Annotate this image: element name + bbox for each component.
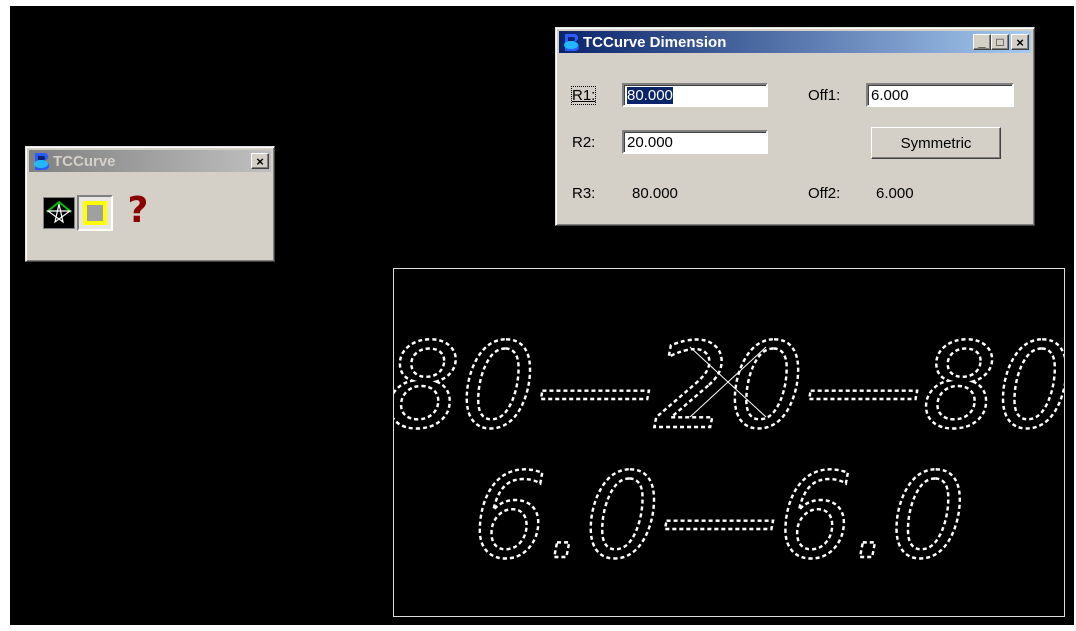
help-icon: ? <box>127 190 149 231</box>
help-tool-button[interactable]: ? <box>118 191 158 231</box>
r1-input[interactable]: 80.000 <box>622 83 768 107</box>
off2-label: Off2: <box>808 185 841 202</box>
tccurve-palette-window: TCCurve × ? <box>25 146 275 262</box>
curve-star-icon <box>46 200 72 224</box>
maximize-button[interactable]: □ <box>991 34 1009 50</box>
minimize-button[interactable]: _ <box>973 34 991 50</box>
dialog-titlebar[interactable]: TCCurve Dimension _ □ × <box>559 31 1031 53</box>
off2-value: 6.000 <box>876 185 914 202</box>
bentley-b-icon <box>564 34 579 51</box>
palette-close-button[interactable]: × <box>251 153 269 169</box>
select-element-tool-button[interactable] <box>77 195 113 231</box>
r2-value: 20.000 <box>627 134 673 151</box>
close-icon: × <box>1016 34 1024 50</box>
maximize-icon: □ <box>996 35 1004 49</box>
r2-label: R2: <box>572 134 596 151</box>
symmetric-label: Symmetric <box>900 134 972 152</box>
r3-value: 80.000 <box>632 185 678 202</box>
tccurve-dimension-dialog: TCCurve Dimension _ □ × R1: 80.000 R2: 2… <box>555 27 1035 226</box>
r3-label: R3: <box>572 185 596 202</box>
drawing-text-graphics: 80—20—80 6.0—6.0 <box>385 316 1074 586</box>
drawing-frame[interactable]: 80—20—80 6.0—6.0 <box>385 268 1074 617</box>
dialog-close-button[interactable]: × <box>1011 34 1029 50</box>
off1-value: 6.000 <box>871 87 909 104</box>
off1-label: Off1: <box>808 87 841 104</box>
place-curve-tool-button[interactable] <box>43 197 75 229</box>
bentley-b-icon <box>34 153 49 170</box>
r1-value: 80.000 <box>627 87 673 104</box>
off1-input[interactable]: 6.000 <box>866 83 1014 107</box>
drawing-text-line2: 6.0—6.0 <box>472 447 965 585</box>
minimize-icon: _ <box>978 34 986 49</box>
r1-label: R1: <box>570 86 597 105</box>
drawing-text-line1: 80—20—80 <box>394 317 1064 455</box>
palette-title: TCCurve <box>53 152 116 170</box>
close-icon: × <box>256 153 264 169</box>
dialog-title: TCCurve Dimension <box>583 33 727 51</box>
r2-input[interactable]: 20.000 <box>622 130 768 154</box>
symmetric-button[interactable]: Symmetric <box>871 127 1001 159</box>
palette-titlebar[interactable]: TCCurve × <box>29 150 271 172</box>
select-frame-icon <box>83 201 107 225</box>
